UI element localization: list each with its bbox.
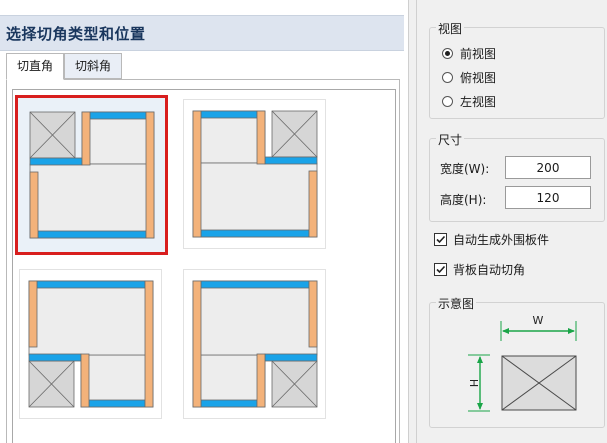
outer-side-panel [192, 280, 202, 408]
corner-diagram-bottom-right [192, 280, 318, 408]
cabinet-interior [192, 280, 318, 356]
radio-button[interactable] [442, 48, 453, 59]
dimension-diagram: W H [467, 314, 577, 412]
top-panel [200, 110, 258, 119]
inner-vertical-panel [80, 353, 90, 408]
checkbox-label: 自动生成外围板件 [453, 233, 550, 247]
width-input[interactable] [505, 156, 591, 179]
inner-vertical-panel [81, 111, 91, 166]
corner-option-top-right[interactable] [183, 99, 326, 249]
inner-horizontal-panel [264, 156, 318, 165]
radio-label: 俯视图 [460, 71, 497, 85]
panel-header: 选择切角类型和位置 [0, 15, 404, 51]
diagram-group: 示意图 W H [429, 295, 605, 428]
radio-button[interactable] [442, 96, 453, 107]
corner-diagram-bottom-left [28, 280, 154, 408]
cabinet-interior [81, 111, 155, 165]
cabinet-interior [192, 162, 318, 238]
cabinet-interior [28, 280, 154, 356]
size-group: 尺寸 宽度(W): 高度(H): [429, 131, 605, 222]
outer-side-panel [144, 280, 154, 408]
corner-option-bottom-left[interactable] [19, 269, 162, 419]
outer-side-panel [145, 111, 155, 239]
panel-title: 选择切角类型和位置 [6, 25, 146, 43]
height-arrow-down-icon [477, 403, 483, 410]
size-group-title: 尺寸 [436, 131, 465, 148]
outer-side-panel [28, 280, 38, 348]
width-label: 宽度(W): [440, 162, 490, 176]
outer-side-panel [308, 170, 318, 238]
view-group: 视图 前视图 俯视图 左视图 [429, 20, 605, 119]
width-arrow-left-icon [502, 328, 509, 334]
inner-horizontal-panel [29, 157, 83, 166]
radio-label: 左视图 [460, 95, 497, 109]
bottom-panel [36, 280, 146, 289]
height-input[interactable] [505, 186, 591, 209]
view-group-title: 视图 [436, 20, 465, 37]
checkbox-box[interactable] [434, 263, 447, 276]
top-panel [200, 399, 258, 408]
cabinet-interior [29, 163, 155, 239]
bottom-panel [37, 230, 147, 239]
bottom-panel [200, 280, 310, 289]
corner-option-top-left[interactable] [15, 95, 168, 255]
corner-diagram-top-right [192, 110, 318, 238]
checkmark-icon [436, 235, 446, 244]
corner-diagram-top-left [29, 111, 155, 239]
inner-horizontal-panel [28, 353, 82, 362]
top-panel [89, 111, 147, 120]
inner-vertical-panel [256, 353, 266, 408]
radio-selected-dot [445, 51, 450, 56]
height-label: 高度(H): [440, 193, 487, 207]
cabinet-interior [192, 354, 266, 408]
inner-horizontal-panel [264, 353, 318, 362]
cabinet-interior [80, 354, 154, 408]
tab-straight-corner[interactable]: 切直角 [6, 53, 64, 80]
corner-option-bottom-right[interactable] [183, 269, 326, 419]
outer-side-panel [308, 280, 318, 348]
tab-label: 切直角 [16, 59, 53, 73]
top-panel [88, 399, 146, 408]
outer-side-panel [192, 110, 202, 238]
checkbox-label: 背板自动切角 [453, 263, 526, 277]
cabinet-interior [192, 110, 266, 164]
radio-button[interactable] [442, 72, 453, 83]
inner-vertical-panel [256, 110, 266, 165]
radio-label: 前视图 [460, 47, 497, 61]
tab-bevel-corner[interactable]: 切斜角 [64, 53, 122, 79]
tab-label: 切斜角 [74, 59, 111, 73]
checkmark-icon [436, 265, 446, 274]
height-dimension-label: H [467, 379, 480, 387]
width-dimension-label: W [533, 314, 544, 327]
outer-side-panel [29, 171, 39, 239]
height-arrow-up-icon [477, 356, 483, 363]
checkbox-box[interactable] [434, 233, 447, 246]
bottom-panel [200, 229, 310, 238]
width-arrow-right-icon [568, 328, 575, 334]
panel-divider [416, 0, 417, 443]
